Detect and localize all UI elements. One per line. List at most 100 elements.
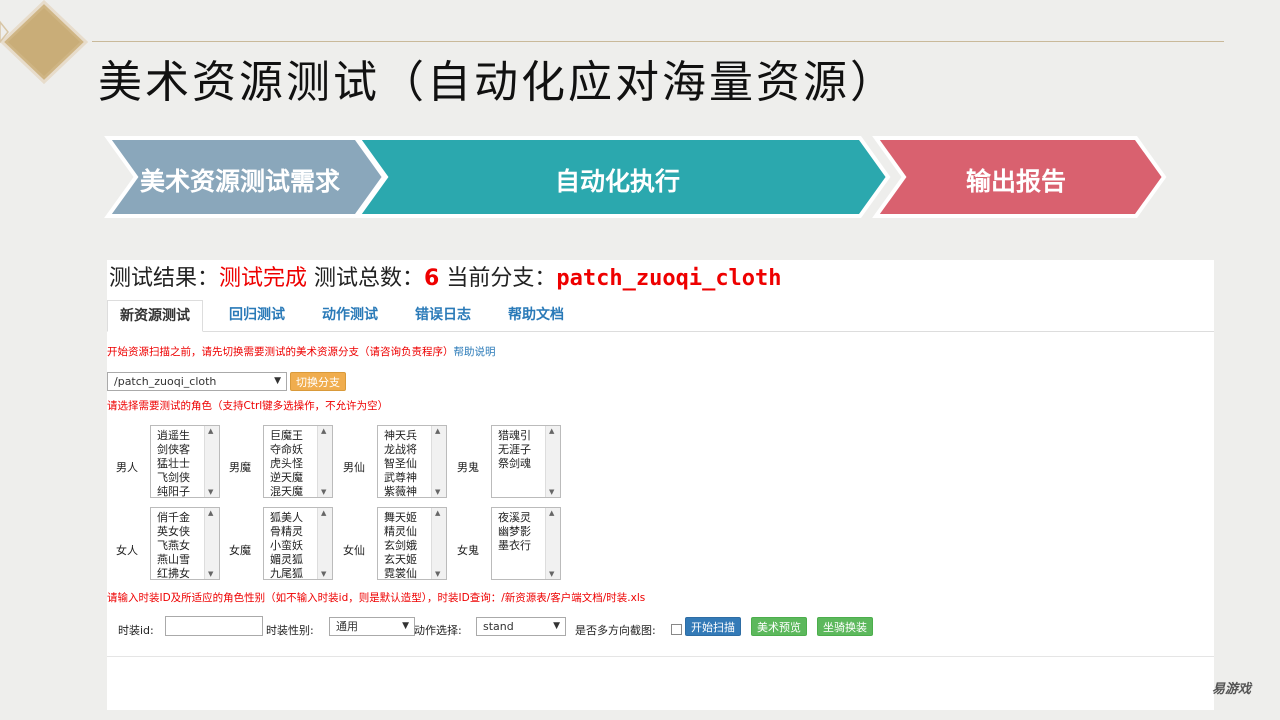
- scroll-down-icon[interactable]: ▼: [435, 488, 440, 496]
- role-label-male-demon: 男魔: [229, 461, 251, 474]
- scroll-down-icon[interactable]: ▼: [549, 570, 554, 578]
- scrollbar[interactable]: ▲ ▼: [545, 508, 560, 579]
- role-list-male-demon[interactable]: 巨魔王 夺命妖 虎头怪 逆天魔 混天魔 ▲ ▼: [263, 425, 333, 498]
- list-item[interactable]: 舞天姬: [384, 511, 417, 525]
- list-item[interactable]: 英女侠: [157, 525, 190, 539]
- action-select[interactable]: stand ▼: [476, 617, 566, 636]
- role-list-male-human[interactable]: 逍遥生 剑侠客 猛壮士 飞剑侠 纯阳子 ▲ ▼: [150, 425, 220, 498]
- list-item[interactable]: 飞燕女: [157, 539, 190, 553]
- role-items: 舞天姬 精灵仙 玄剑娥 玄天姬 霓裳仙: [384, 511, 417, 579]
- list-item[interactable]: 墨衣行: [498, 539, 531, 553]
- scroll-down-icon[interactable]: ▼: [208, 570, 213, 578]
- brand-logo: 易游戏: [1212, 682, 1252, 697]
- scroll-up-icon[interactable]: ▲: [321, 427, 326, 435]
- list-item[interactable]: 九尾狐: [270, 567, 303, 579]
- role-list-male-ghost[interactable]: 猎魂引 无涯子 祭剑魂 ▲ ▼: [491, 425, 561, 498]
- list-item[interactable]: 无涯子: [498, 443, 531, 457]
- branch-hint: 开始资源扫描之前，请先切换需要测试的美术资源分支（请咨询负责程序）帮助说明: [107, 344, 496, 359]
- mount-costume-button[interactable]: 坐骑换装: [817, 617, 873, 636]
- scroll-up-icon[interactable]: ▲: [321, 509, 326, 517]
- list-item[interactable]: 祭剑魂: [498, 457, 531, 471]
- list-item[interactable]: 混天魔: [270, 485, 303, 497]
- chevron-down-icon: ▼: [402, 621, 409, 631]
- list-item[interactable]: 剑侠客: [157, 443, 190, 457]
- art-preview-button[interactable]: 美术预览: [751, 617, 807, 636]
- scroll-down-icon[interactable]: ▼: [549, 488, 554, 496]
- list-item[interactable]: 猛壮士: [157, 457, 190, 471]
- scroll-up-icon[interactable]: ▲: [435, 509, 440, 517]
- scroll-down-icon[interactable]: ▼: [321, 488, 326, 496]
- list-item[interactable]: 巨魔王: [270, 429, 303, 443]
- role-list-male-immortal[interactable]: 神天兵 龙战将 智圣仙 武尊神 紫薇神 ▲ ▼: [377, 425, 447, 498]
- costume-id-input[interactable]: [165, 616, 263, 636]
- flow-step-report-label: 输出报告: [966, 167, 1067, 196]
- scrollbar[interactable]: ▲ ▼: [317, 426, 332, 497]
- total-count: 6: [424, 266, 440, 291]
- list-item[interactable]: 狐美人: [270, 511, 303, 525]
- list-item[interactable]: 骨精灵: [270, 525, 303, 539]
- scrollbar[interactable]: ▲ ▼: [204, 508, 219, 579]
- role-list-female-human[interactable]: 俏千金 英女侠 飞燕女 燕山雪 红拂女 ▲ ▼: [150, 507, 220, 580]
- list-item[interactable]: 小蛮妖: [270, 539, 303, 553]
- list-item[interactable]: 逆天魔: [270, 471, 303, 485]
- list-item[interactable]: 俏千金: [157, 511, 190, 525]
- branch-label: 当前分支：: [446, 266, 557, 291]
- test-result-line: 测试结果：测试完成 测试总数：6 当前分支：patch_zuoqi_cloth: [109, 260, 782, 292]
- role-items: 狐美人 骨精灵 小蛮妖 媚灵狐 九尾狐: [270, 511, 303, 579]
- list-item[interactable]: 玄剑娥: [384, 539, 417, 553]
- result-status: 测试完成: [219, 266, 308, 291]
- scroll-up-icon[interactable]: ▲: [208, 509, 213, 517]
- list-item[interactable]: 武尊神: [384, 471, 417, 485]
- list-item[interactable]: 霓裳仙: [384, 567, 417, 579]
- list-item[interactable]: 纯阳子: [157, 485, 190, 497]
- branch-hint-text: 开始资源扫描之前，请先切换需要测试的美术资源分支（请咨询负责程序）: [107, 346, 454, 358]
- list-item[interactable]: 夜溪灵: [498, 511, 531, 525]
- scroll-up-icon[interactable]: ▲: [435, 427, 440, 435]
- list-item[interactable]: 夺命妖: [270, 443, 303, 457]
- scrollbar[interactable]: ▲ ▼: [317, 508, 332, 579]
- list-item[interactable]: 媚灵狐: [270, 553, 303, 567]
- list-item[interactable]: 幽梦影: [498, 525, 531, 539]
- tab-regression-test[interactable]: 回归测试: [229, 300, 285, 330]
- switch-branch-button[interactable]: 切换分支: [290, 372, 346, 391]
- list-item[interactable]: 神天兵: [384, 429, 417, 443]
- scroll-up-icon[interactable]: ▲: [549, 509, 554, 517]
- list-item[interactable]: 燕山雪: [157, 553, 190, 567]
- list-item[interactable]: 猎魂引: [498, 429, 531, 443]
- branch-select[interactable]: /patch_zuoqi_cloth ▼: [107, 372, 287, 391]
- list-item[interactable]: 逍遥生: [157, 429, 190, 443]
- list-item[interactable]: 虎头怪: [270, 457, 303, 471]
- list-item[interactable]: 龙战将: [384, 443, 417, 457]
- gender-select[interactable]: 通用 ▼: [329, 617, 415, 636]
- list-item[interactable]: 智圣仙: [384, 457, 417, 471]
- role-list-female-ghost[interactable]: 夜溪灵 幽梦影 墨衣行 ▲ ▼: [491, 507, 561, 580]
- action-select-value: stand: [483, 620, 514, 633]
- multi-direction-checkbox[interactable]: [671, 624, 682, 635]
- list-item[interactable]: 飞剑侠: [157, 471, 190, 485]
- current-branch: patch_zuoqi_cloth: [556, 266, 782, 291]
- help-link[interactable]: 帮助说明: [454, 346, 496, 358]
- role-label-female-human: 女人: [116, 544, 138, 557]
- list-item[interactable]: 紫薇神: [384, 485, 417, 497]
- result-label: 测试结果：: [109, 266, 220, 291]
- scroll-down-icon[interactable]: ▼: [321, 570, 326, 578]
- tab-help-doc[interactable]: 帮助文档: [508, 300, 564, 330]
- scrollbar[interactable]: ▲ ▼: [431, 426, 446, 497]
- scroll-down-icon[interactable]: ▼: [435, 570, 440, 578]
- total-label: 测试总数：: [314, 266, 425, 291]
- role-list-female-demon[interactable]: 狐美人 骨精灵 小蛮妖 媚灵狐 九尾狐 ▲ ▼: [263, 507, 333, 580]
- scrollbar[interactable]: ▲ ▼: [545, 426, 560, 497]
- role-list-female-immortal[interactable]: 舞天姬 精灵仙 玄剑娥 玄天姬 霓裳仙 ▲ ▼: [377, 507, 447, 580]
- scroll-down-icon[interactable]: ▼: [208, 488, 213, 496]
- scroll-up-icon[interactable]: ▲: [549, 427, 554, 435]
- scrollbar[interactable]: ▲ ▼: [204, 426, 219, 497]
- list-item[interactable]: 红拂女: [157, 567, 190, 579]
- tab-action-test[interactable]: 动作测试: [322, 300, 378, 330]
- tab-new-resource-test[interactable]: 新资源测试: [107, 300, 203, 332]
- list-item[interactable]: 精灵仙: [384, 525, 417, 539]
- list-item[interactable]: 玄天姬: [384, 553, 417, 567]
- tab-error-log[interactable]: 错误日志: [415, 300, 471, 330]
- scrollbar[interactable]: ▲ ▼: [431, 508, 446, 579]
- start-scan-button[interactable]: 开始扫描: [685, 617, 741, 636]
- scroll-up-icon[interactable]: ▲: [208, 427, 213, 435]
